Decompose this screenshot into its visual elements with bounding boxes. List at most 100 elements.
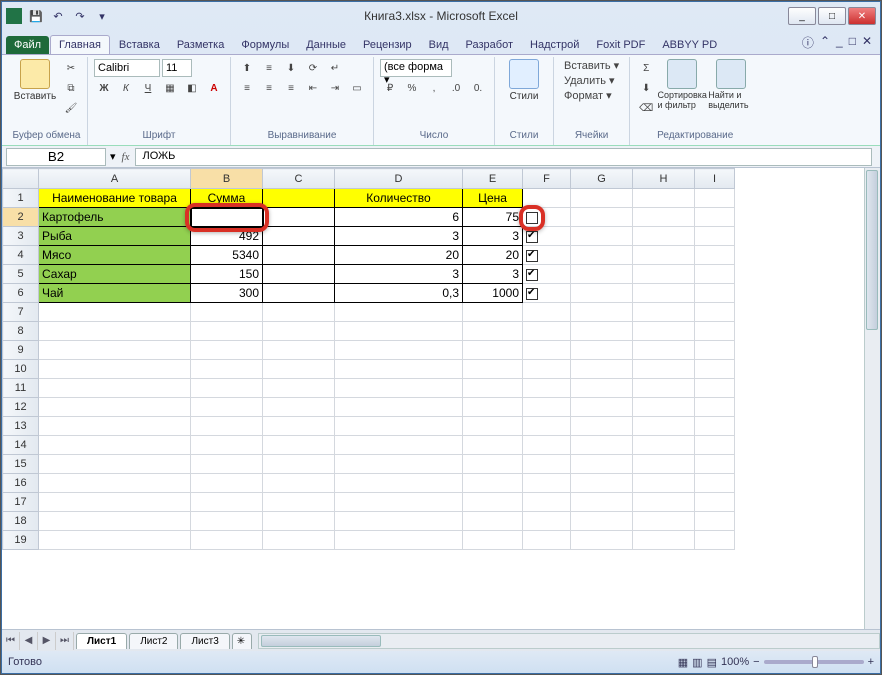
- cell-F16[interactable]: [523, 474, 571, 493]
- cell-B9[interactable]: [191, 341, 263, 360]
- cell-D11[interactable]: [335, 379, 463, 398]
- cell-B10[interactable]: [191, 360, 263, 379]
- new-sheet-button[interactable]: ✳: [232, 633, 252, 649]
- zoom-slider[interactable]: [764, 660, 864, 664]
- styles-button[interactable]: Стили: [501, 59, 547, 102]
- tab-file[interactable]: Файл: [6, 36, 49, 54]
- cell-B12[interactable]: [191, 398, 263, 417]
- row-header-17[interactable]: 17: [3, 493, 39, 512]
- row-header-6[interactable]: 6: [3, 284, 39, 303]
- row-header-19[interactable]: 19: [3, 531, 39, 550]
- cell-H16[interactable]: [633, 474, 695, 493]
- inc-decimal-button[interactable]: .0: [446, 79, 466, 97]
- align-bottom-button[interactable]: ⬇: [281, 59, 301, 77]
- cell-A2[interactable]: Картофель: [39, 208, 191, 227]
- row-header-16[interactable]: 16: [3, 474, 39, 493]
- cell-B1[interactable]: Сумма: [191, 189, 263, 208]
- align-middle-button[interactable]: ≡: [259, 59, 279, 77]
- cell-D2[interactable]: 6: [335, 208, 463, 227]
- autosum-button[interactable]: Σ: [636, 59, 656, 77]
- cell-C13[interactable]: [263, 417, 335, 436]
- comma-button[interactable]: ,: [424, 79, 444, 97]
- cell-E17[interactable]: [463, 493, 523, 512]
- format-painter-button[interactable]: 🖌: [61, 99, 81, 117]
- tab-developer[interactable]: Разработ: [458, 36, 521, 54]
- row-header-9[interactable]: 9: [3, 341, 39, 360]
- col-header-D[interactable]: D: [335, 169, 463, 189]
- row-header-4[interactable]: 4: [3, 246, 39, 265]
- tab-insert[interactable]: Вставка: [111, 36, 168, 54]
- cell-B2[interactable]: [191, 208, 263, 227]
- cell-E19[interactable]: [463, 531, 523, 550]
- delete-cells-button[interactable]: Удалить ▾: [560, 74, 619, 87]
- cell-D3[interactable]: 3: [335, 227, 463, 246]
- cell-C8[interactable]: [263, 322, 335, 341]
- cell-A1[interactable]: Наименование товара: [39, 189, 191, 208]
- fx-icon[interactable]: fx: [122, 151, 130, 163]
- cell-C16[interactable]: [263, 474, 335, 493]
- cell-F1[interactable]: [523, 189, 571, 208]
- cell-I9[interactable]: [695, 341, 735, 360]
- cell-F11[interactable]: [523, 379, 571, 398]
- col-header-B[interactable]: B: [191, 169, 263, 189]
- cell-A15[interactable]: [39, 455, 191, 474]
- cell-I7[interactable]: [695, 303, 735, 322]
- cell-D6[interactable]: 0,3: [335, 284, 463, 303]
- row-header-10[interactable]: 10: [3, 360, 39, 379]
- cell-F15[interactable]: [523, 455, 571, 474]
- row-header-11[interactable]: 11: [3, 379, 39, 398]
- cell-G11[interactable]: [571, 379, 633, 398]
- cell-A19[interactable]: [39, 531, 191, 550]
- cell-E2[interactable]: 75: [463, 208, 523, 227]
- copy-button[interactable]: ⧉: [61, 79, 81, 97]
- cell-C9[interactable]: [263, 341, 335, 360]
- fill-color-button[interactable]: ◧: [182, 79, 202, 97]
- ribbon-minimize-icon[interactable]: ⌃: [820, 34, 830, 51]
- cell-F6[interactable]: [523, 284, 571, 303]
- cell-E13[interactable]: [463, 417, 523, 436]
- cell-G10[interactable]: [571, 360, 633, 379]
- cell-A17[interactable]: [39, 493, 191, 512]
- col-header-H[interactable]: H: [633, 169, 695, 189]
- cell-H14[interactable]: [633, 436, 695, 455]
- paste-button[interactable]: Вставить: [12, 59, 58, 102]
- cell-F17[interactable]: [523, 493, 571, 512]
- cell-H8[interactable]: [633, 322, 695, 341]
- cell-B4[interactable]: 5340: [191, 246, 263, 265]
- workbook-restore-icon[interactable]: □: [849, 34, 856, 51]
- cell-I11[interactable]: [695, 379, 735, 398]
- font-color-button[interactable]: A: [204, 79, 224, 97]
- tab-formulas[interactable]: Формулы: [233, 36, 297, 54]
- cell-H13[interactable]: [633, 417, 695, 436]
- close-button[interactable]: ✕: [848, 7, 876, 25]
- cell-I17[interactable]: [695, 493, 735, 512]
- cell-E1[interactable]: Цена: [463, 189, 523, 208]
- tab-review[interactable]: Рецензир: [355, 36, 420, 54]
- cell-G12[interactable]: [571, 398, 633, 417]
- cell-B18[interactable]: [191, 512, 263, 531]
- tab-view[interactable]: Вид: [421, 36, 457, 54]
- cell-C11[interactable]: [263, 379, 335, 398]
- currency-button[interactable]: ₽: [380, 79, 400, 97]
- cell-A5[interactable]: Сахар: [39, 265, 191, 284]
- cell-E6[interactable]: 1000: [463, 284, 523, 303]
- redo-button[interactable]: ↷: [70, 6, 90, 26]
- cell-B3[interactable]: 492: [191, 227, 263, 246]
- align-center-button[interactable]: ≡: [259, 79, 279, 97]
- cell-G17[interactable]: [571, 493, 633, 512]
- sheet-tab-2[interactable]: Лист2: [129, 633, 178, 649]
- cell-C15[interactable]: [263, 455, 335, 474]
- col-header-G[interactable]: G: [571, 169, 633, 189]
- cell-B17[interactable]: [191, 493, 263, 512]
- cell-D18[interactable]: [335, 512, 463, 531]
- cell-D9[interactable]: [335, 341, 463, 360]
- cell-F18[interactable]: [523, 512, 571, 531]
- cell-A18[interactable]: [39, 512, 191, 531]
- cell-C5[interactable]: [263, 265, 335, 284]
- cell-B19[interactable]: [191, 531, 263, 550]
- cell-E3[interactable]: 3: [463, 227, 523, 246]
- col-header-C[interactable]: C: [263, 169, 335, 189]
- cell-D5[interactable]: 3: [335, 265, 463, 284]
- name-box[interactable]: [6, 148, 106, 166]
- cell-C6[interactable]: [263, 284, 335, 303]
